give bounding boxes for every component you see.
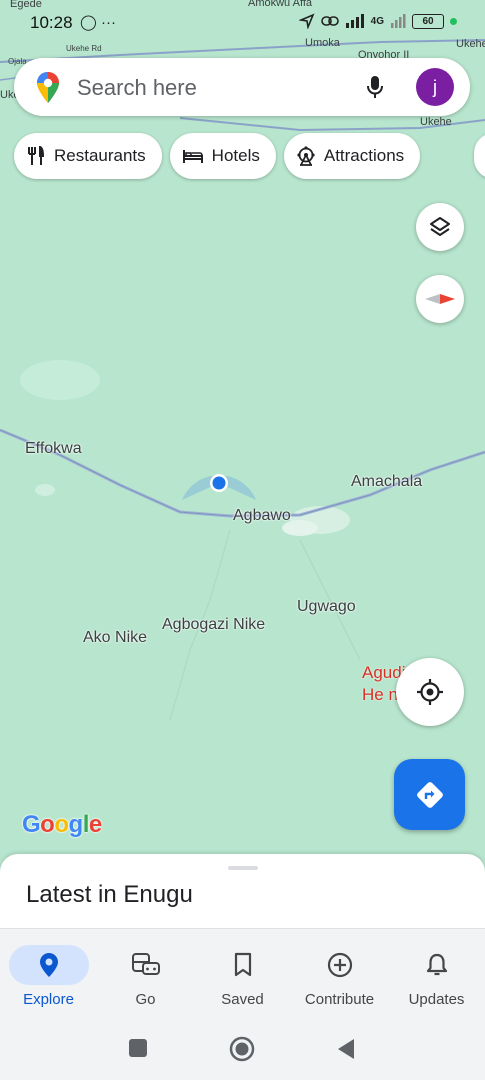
category-chips: Restaurants Hotels Attractions	[14, 133, 421, 179]
nav-label: Contribute	[304, 991, 375, 1008]
chip-restaurants[interactable]: Restaurants	[14, 133, 162, 179]
status-right-icons: 4G 60	[298, 13, 457, 29]
nav-icon-wrap	[106, 945, 186, 985]
google-logo: Google	[22, 811, 102, 838]
nav-explore[interactable]: Explore	[0, 929, 97, 1021]
search-bar[interactable]: Search here j	[14, 58, 470, 116]
microphone-icon[interactable]	[366, 75, 384, 99]
compass-button[interactable]	[416, 275, 464, 323]
directions-button[interactable]	[394, 759, 465, 830]
back-triangle-icon[interactable]	[336, 1038, 356, 1060]
link-icon	[320, 16, 339, 26]
home-circle-icon[interactable]	[229, 1036, 255, 1062]
nav-label: Updates	[408, 991, 465, 1008]
bookmark-icon	[234, 952, 251, 977]
search-input[interactable]: Search here	[77, 75, 197, 101]
explore-pin-icon	[39, 953, 58, 977]
battery-level: 60	[422, 15, 434, 27]
nav-icon-wrap	[300, 945, 380, 985]
nav-label: Saved	[221, 991, 264, 1008]
map-label-agbawo[interactable]: Agbawo	[233, 507, 291, 525]
notification-icons: ◯ ···	[80, 14, 116, 31]
my-location-button[interactable]	[396, 658, 464, 726]
compass-icon	[425, 294, 455, 304]
nav-contribute[interactable]: Contribute	[291, 929, 388, 1021]
nav-icon-wrap	[8, 945, 89, 985]
map-label-ako-nike[interactable]: Ako Nike	[83, 629, 147, 647]
bottom-sheet[interactable]: Latest in Enugu	[0, 854, 485, 928]
battery-icon: 60	[412, 13, 444, 29]
maps-logo-icon	[37, 72, 59, 103]
nav-icon-wrap	[397, 945, 477, 985]
privacy-dot-icon	[450, 17, 457, 25]
layers-icon	[430, 217, 450, 236]
chip-label: Hotels	[211, 146, 260, 165]
chip-label: Attractions	[323, 146, 405, 165]
account-avatar[interactable]: j	[416, 68, 454, 106]
bell-icon	[426, 953, 447, 976]
map-label-amachala[interactable]: Amachala	[351, 473, 422, 491]
network-type: 4G	[370, 15, 384, 27]
map-canvas[interactable]: Egede Amokwu Affa Umoka Onyohor II Ukehe…	[0, 0, 485, 860]
nav-go[interactable]: Go	[97, 929, 194, 1021]
bed-icon	[182, 150, 203, 163]
signal-icon-2	[391, 14, 406, 28]
location-arrow-icon	[298, 13, 315, 29]
crosshair-icon	[417, 679, 443, 705]
signal-icon	[345, 14, 364, 28]
sheet-title: Latest in Enugu	[26, 881, 193, 908]
layers-button[interactable]	[416, 203, 464, 251]
chip-label: Restaurants	[54, 146, 146, 165]
map-label-agbogazi-nike[interactable]: Agbogazi Nike	[162, 616, 265, 634]
map-roads	[0, 39, 485, 721]
directions-icon	[416, 781, 443, 808]
nav-icon-wrap	[203, 945, 283, 985]
sheet-drag-handle[interactable]	[228, 866, 258, 870]
avatar-initial: j	[433, 76, 437, 97]
chip-hotels[interactable]: Hotels	[169, 133, 276, 179]
bottom-navigation: Explore Go Saved Contribute Updates	[0, 928, 485, 1020]
fork-knife-icon	[28, 146, 45, 165]
nav-saved[interactable]: Saved	[194, 929, 291, 1021]
map-label-small: Ukehe	[420, 116, 452, 128]
status-time: 10:28	[30, 13, 73, 32]
map-label-ugwago[interactable]: Ugwago	[297, 598, 356, 616]
ferris-wheel-icon	[297, 146, 315, 166]
nav-label: Go	[135, 991, 156, 1008]
system-navigation-bar	[0, 1020, 485, 1080]
add-circle-icon	[327, 952, 352, 978]
map-label-effokwa[interactable]: Effokwa	[25, 440, 82, 458]
status-bar: 10:28 ◯ ··· 4G 60	[0, 0, 485, 40]
recents-square-icon[interactable]	[128, 1038, 148, 1058]
nav-label: Explore	[23, 991, 74, 1008]
car-bus-icon	[131, 953, 160, 975]
map-label-small: Ukehe Rd	[66, 44, 102, 53]
nav-updates[interactable]: Updates	[388, 929, 485, 1021]
chip-attractions[interactable]: Attractions	[283, 133, 421, 179]
